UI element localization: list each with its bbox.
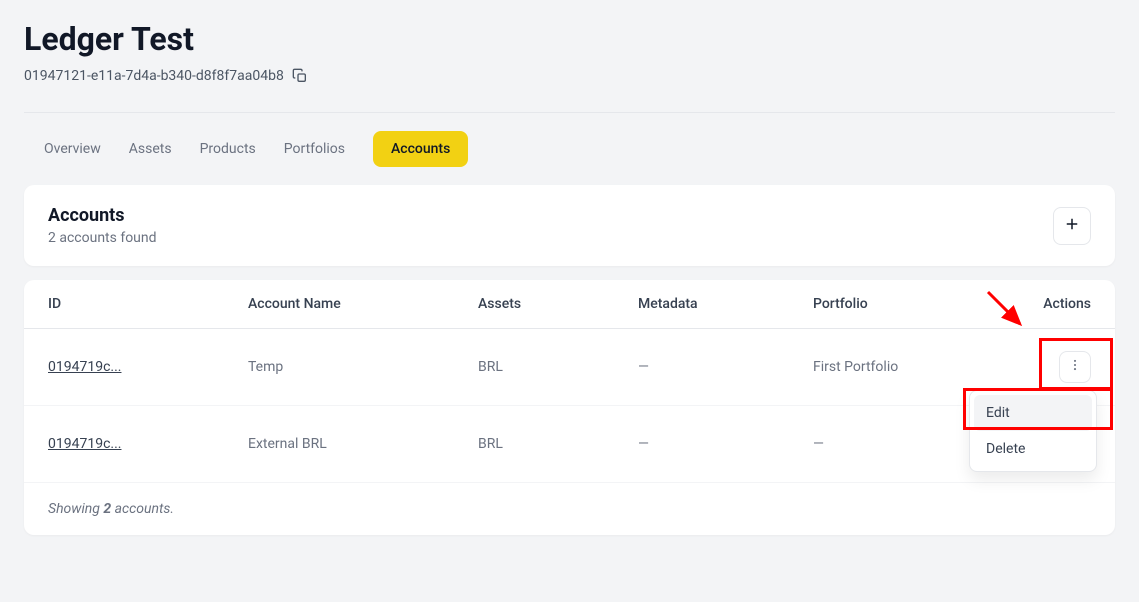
tab-portfolios[interactable]: Portfolios	[284, 133, 345, 165]
accounts-table-card: ID Account Name Assets Metadata Portfoli…	[24, 280, 1115, 535]
kebab-icon	[1068, 358, 1082, 376]
page-title: Ledger Test	[24, 20, 1115, 58]
tab-assets[interactable]: Assets	[129, 133, 172, 165]
copy-icon[interactable]	[292, 68, 308, 84]
column-header-id: ID	[24, 280, 224, 329]
footer-suffix: accounts.	[111, 501, 174, 517]
column-header-metadata: Metadata	[614, 280, 789, 329]
plus-icon	[1063, 214, 1081, 238]
table-row: 0194719c... Temp BRL — First Portfolio	[24, 329, 1115, 406]
tab-accounts[interactable]: Accounts	[373, 131, 468, 167]
account-name-cell: Temp	[224, 329, 454, 406]
ledger-id-row: 01947121-e11a-7d4a-b340-d8f8f7aa04b8	[24, 68, 1115, 84]
accounts-summary-card: Accounts 2 accounts found	[24, 185, 1115, 266]
column-header-name: Account Name	[224, 280, 454, 329]
account-metadata-cell: —	[614, 406, 789, 483]
column-header-assets: Assets	[454, 280, 614, 329]
account-assets-cell: BRL	[454, 329, 614, 406]
tab-products[interactable]: Products	[200, 133, 256, 165]
footer-count: 2	[103, 501, 111, 517]
tabs: Overview Assets Products Portfolios Acco…	[24, 113, 1115, 185]
ledger-id: 01947121-e11a-7d4a-b340-d8f8f7aa04b8	[24, 68, 284, 84]
card-subtitle: 2 accounts found	[48, 230, 157, 246]
account-id-link[interactable]: 0194719c...	[48, 436, 121, 452]
tab-overview[interactable]: Overview	[44, 133, 101, 165]
account-name-cell: External BRL	[224, 406, 454, 483]
column-header-portfolio: Portfolio	[789, 280, 999, 329]
page-header: Ledger Test 01947121-e11a-7d4a-b340-d8f8…	[24, 20, 1115, 113]
account-id-link[interactable]: 0194719c...	[48, 359, 121, 375]
dropdown-item-delete[interactable]: Delete	[974, 431, 1092, 467]
account-metadata-cell: —	[614, 329, 789, 406]
dropdown-item-edit[interactable]: Edit	[974, 395, 1092, 431]
table-footer: Showing 2 accounts.	[24, 483, 1115, 535]
column-header-actions: Actions	[999, 280, 1115, 329]
add-account-button[interactable]	[1053, 207, 1091, 245]
accounts-table: ID Account Name Assets Metadata Portfoli…	[24, 280, 1115, 483]
card-title: Accounts	[48, 205, 157, 226]
row-actions-button[interactable]	[1059, 351, 1091, 383]
account-portfolio-cell: —	[789, 406, 999, 483]
footer-prefix: Showing	[48, 501, 103, 517]
account-assets-cell: BRL	[454, 406, 614, 483]
account-portfolio-cell: First Portfolio	[789, 329, 999, 406]
table-row: 0194719c... External BRL BRL — —	[24, 406, 1115, 483]
row-actions-dropdown: Edit Delete	[969, 390, 1097, 472]
